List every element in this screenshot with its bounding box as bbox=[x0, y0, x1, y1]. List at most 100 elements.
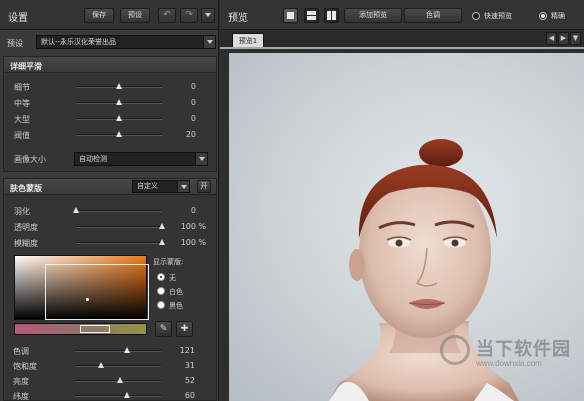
slider-label: 大型 bbox=[14, 115, 30, 124]
slider-handle[interactable] bbox=[116, 83, 122, 89]
settings-header: 设置 保存 预设 ↶ ↷ bbox=[0, 0, 218, 30]
menu-dropdown-icon[interactable] bbox=[201, 8, 215, 23]
mask-option-label: 无 bbox=[169, 274, 176, 282]
image-size-label: 画像大小 bbox=[14, 155, 46, 164]
slider-value: 0 bbox=[190, 206, 196, 215]
skin-mask-title: 肤色蒙版 bbox=[10, 184, 42, 193]
slider-handle[interactable] bbox=[159, 239, 165, 245]
mask-option-radio[interactable]: 黑色 bbox=[157, 300, 212, 311]
eyedropper-icon[interactable]: ✎ bbox=[155, 321, 172, 337]
undo-icon[interactable]: ↶ bbox=[158, 8, 176, 23]
preview-title: 预览 bbox=[228, 13, 248, 24]
slider-handle[interactable] bbox=[116, 99, 122, 105]
image-size-row: 画像大小 自动检测 bbox=[4, 151, 216, 167]
slider-row: 中等 0 bbox=[4, 97, 216, 109]
slider-handle[interactable] bbox=[97, 362, 104, 368]
quick-preview-radio[interactable]: 快速预览 bbox=[472, 11, 532, 21]
eyedropper-add-icon[interactable]: ✚ bbox=[176, 321, 193, 337]
radio-icon bbox=[157, 287, 165, 295]
slider-row: 色调 121 bbox=[3, 345, 215, 357]
slider-handle[interactable] bbox=[159, 223, 165, 229]
skin-mask-toggle-button[interactable]: 开 bbox=[197, 180, 211, 193]
slider-track[interactable] bbox=[76, 223, 165, 229]
watermark-url: www.downxia.com bbox=[476, 359, 542, 368]
slider-track[interactable] bbox=[75, 347, 161, 353]
slider-track[interactable] bbox=[76, 239, 165, 245]
color-picker-selection[interactable] bbox=[45, 264, 149, 320]
radio-icon bbox=[157, 273, 165, 281]
slider-handle[interactable] bbox=[116, 131, 122, 137]
color-button[interactable]: 色调 bbox=[404, 8, 462, 23]
mask-option-label: 黑色 bbox=[169, 302, 183, 310]
quick-preview-label: 快速预览 bbox=[484, 12, 512, 20]
slider-label: 饱和度 bbox=[13, 362, 37, 371]
tab-preview-1[interactable]: 预览1 bbox=[232, 33, 264, 48]
slider-value: 0 bbox=[190, 98, 196, 107]
watermark: 当下软件园 www.downxia.com bbox=[440, 333, 584, 373]
slider-handle[interactable] bbox=[116, 115, 122, 121]
slider-handle[interactable] bbox=[116, 377, 123, 383]
add-preview-button[interactable]: 添加预览 bbox=[344, 8, 402, 23]
settings-title: 设置 bbox=[8, 13, 28, 24]
next-tab-icon[interactable]: ▶ bbox=[558, 32, 569, 45]
slider-label: 纬度 bbox=[13, 392, 29, 401]
split-horizontal-icon[interactable] bbox=[304, 8, 319, 23]
slider-handle[interactable] bbox=[73, 207, 79, 213]
single-view-icon[interactable] bbox=[283, 8, 298, 23]
slider-value: 60 bbox=[184, 391, 195, 400]
hue-range-selection[interactable] bbox=[80, 325, 110, 333]
split-vertical-icon[interactable] bbox=[324, 8, 339, 23]
slider-label: 亮度 bbox=[13, 377, 29, 386]
slider-track[interactable] bbox=[73, 207, 162, 213]
slider-track[interactable] bbox=[75, 377, 161, 383]
radio-icon bbox=[157, 301, 165, 309]
slider-row: 亮度 52 bbox=[3, 375, 215, 387]
skin-mask-mode-select[interactable]: 自定义 bbox=[132, 180, 190, 193]
preset-button[interactable]: 预设 bbox=[120, 8, 150, 23]
slider-label: 细节 bbox=[14, 83, 30, 92]
mask-option-radio[interactable]: 白色 bbox=[157, 286, 212, 297]
slider-handle[interactable] bbox=[123, 392, 130, 398]
display-mask-label: 显示蒙版: bbox=[153, 258, 184, 266]
tab-menu-icon[interactable]: ▼ bbox=[570, 32, 581, 45]
chevron-down-icon bbox=[203, 36, 215, 48]
slider-track[interactable] bbox=[76, 131, 162, 137]
hue-range-bar[interactable] bbox=[14, 323, 147, 335]
slider-track[interactable] bbox=[76, 99, 162, 105]
slider-row: 细节 0 bbox=[4, 81, 216, 93]
watermark-logo-icon bbox=[440, 335, 470, 365]
slider-row: 阀值 20 bbox=[4, 129, 216, 141]
color-picker-point[interactable] bbox=[86, 298, 89, 301]
redo-icon[interactable]: ↷ bbox=[180, 8, 198, 23]
slider-row: 羽化 0 bbox=[4, 205, 216, 217]
precise-radio[interactable]: 精确 bbox=[539, 11, 579, 21]
slider-value: 52 bbox=[184, 376, 195, 385]
slider-label: 色调 bbox=[13, 347, 29, 356]
skin-mask-header[interactable]: 肤色蒙版 自定义 开 bbox=[4, 179, 216, 195]
slider-track[interactable] bbox=[75, 392, 161, 398]
slider-handle[interactable] bbox=[123, 347, 130, 353]
detail-smoothing-header[interactable]: 详细平滑 bbox=[4, 57, 216, 73]
slider-track[interactable] bbox=[75, 362, 161, 368]
image-size-select[interactable]: 自动检测 bbox=[74, 152, 208, 166]
radio-icon bbox=[472, 12, 480, 20]
mask-option-label: 白色 bbox=[169, 288, 183, 296]
settings-panel: 设置 保存 预设 ↶ ↷ 预设 默认--永乐汉化荣誉出品 详细平滑 细节 0 中等 0… bbox=[0, 0, 219, 401]
slider-value: 100 bbox=[180, 222, 196, 231]
save-button[interactable]: 保存 bbox=[84, 8, 114, 23]
tab-divider bbox=[220, 47, 584, 49]
mask-option-radio[interactable]: 无 bbox=[157, 272, 212, 283]
slider-track[interactable] bbox=[76, 115, 162, 121]
preset-select[interactable]: 默认--永乐汉化荣誉出品 bbox=[36, 35, 216, 49]
slider-value: 121 bbox=[179, 346, 195, 355]
slider-value: 0 bbox=[190, 114, 196, 123]
slider-label: 羽化 bbox=[14, 207, 30, 216]
slider-label: 模糊度 bbox=[14, 239, 38, 248]
slider-row: 大型 0 bbox=[4, 113, 216, 125]
slider-value: 31 bbox=[184, 361, 195, 370]
skin-color-picker[interactable] bbox=[14, 255, 149, 320]
preset-row: 预设 默认--永乐汉化荣誉出品 bbox=[0, 32, 218, 52]
prev-tab-icon[interactable]: ◀ bbox=[546, 32, 557, 45]
slider-value: 20 bbox=[185, 130, 196, 139]
slider-track[interactable] bbox=[76, 83, 162, 89]
